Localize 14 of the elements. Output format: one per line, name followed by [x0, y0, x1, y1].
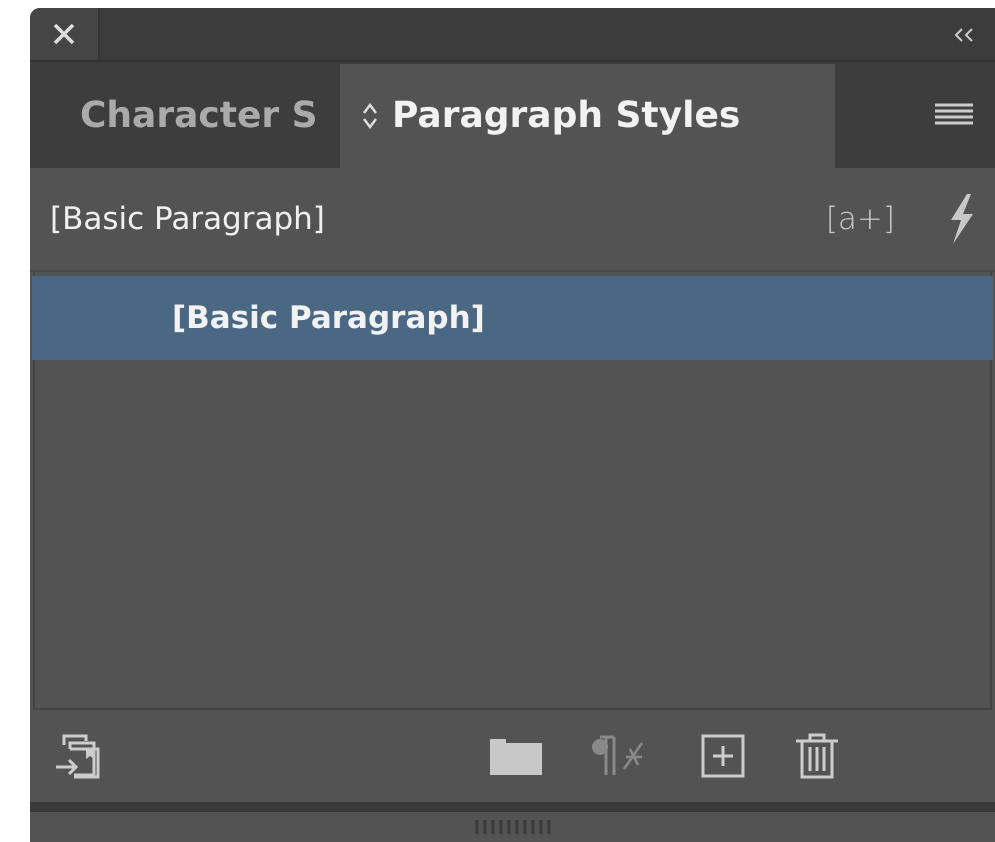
menu-icon	[935, 103, 973, 128]
resize-grip-icon	[472, 819, 552, 835]
tab[interactable]: Character S	[30, 64, 340, 168]
new-style-shortcut[interactable]: [a+]	[826, 196, 895, 242]
close-button[interactable]	[30, 8, 100, 60]
new-style-icon	[700, 733, 746, 779]
up-down-chevron-icon	[362, 102, 378, 130]
double-chevron-icon	[953, 28, 975, 42]
tab[interactable]: Paragraph Styles	[340, 64, 835, 168]
style-row[interactable]: [Basic Paragraph]	[32, 276, 993, 360]
current-style-name: [Basic Paragraph]	[50, 200, 325, 239]
trash-icon	[794, 731, 840, 781]
close-icon	[53, 23, 75, 45]
load-styles-icon	[54, 733, 100, 779]
